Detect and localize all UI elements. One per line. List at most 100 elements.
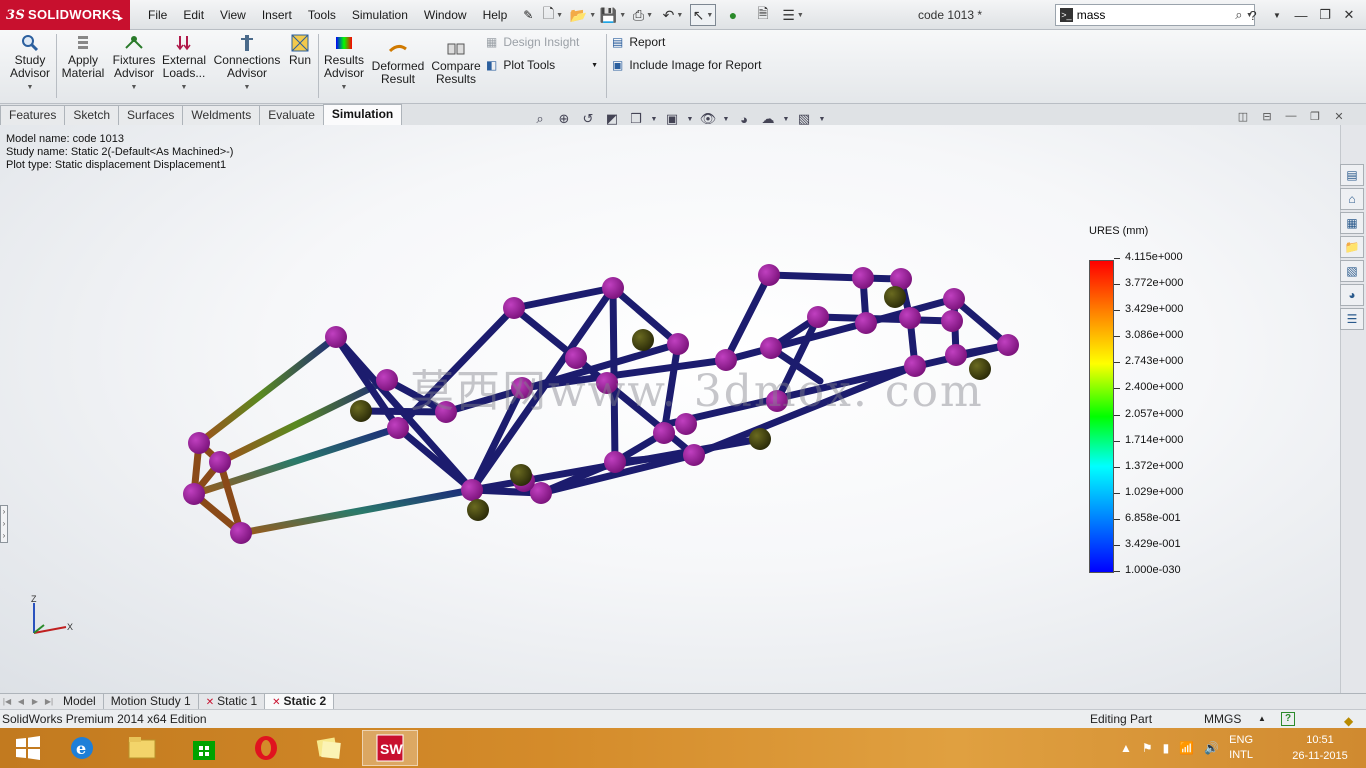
custom-properties-icon[interactable]: ☰	[1340, 308, 1364, 330]
apply-scene-icon[interactable]: ☁	[758, 111, 778, 127]
show-hidden-icons-icon[interactable]: ▲	[1120, 741, 1132, 755]
feature-tree-expander[interactable]: › › ›	[0, 505, 8, 543]
solidworks-logo[interactable]: 3S SOLIDWORKS ▸	[0, 0, 130, 30]
file-explorer-button[interactable]	[114, 730, 170, 766]
include-image-button[interactable]: ▣ Include Image for Report	[612, 58, 761, 72]
tab-weldments[interactable]: Weldments	[182, 105, 261, 125]
power-icon[interactable]: ▮	[1163, 741, 1170, 755]
tab-surfaces[interactable]: Surfaces	[118, 105, 184, 125]
rebuild-traffic-light-icon[interactable]: ●	[720, 4, 746, 26]
search-input[interactable]	[1076, 6, 1232, 24]
menu-view[interactable]: View	[212, 0, 254, 30]
previous-tab-icon[interactable]: ◀	[14, 694, 28, 709]
options-icon[interactable]: ☰ ▼	[780, 4, 806, 26]
compare-results-button[interactable]: Compare Results	[430, 40, 482, 86]
solidworks-button[interactable]: SW	[362, 730, 418, 766]
internet-explorer-button[interactable]: e	[54, 730, 110, 766]
chevron-down-icon[interactable]: ▼	[1266, 11, 1288, 20]
menu-tools[interactable]: Tools	[300, 0, 344, 30]
tab-motion-study-1[interactable]: Motion Study 1	[104, 694, 199, 709]
legend-value-label: 2.400e+000	[1125, 381, 1184, 394]
display-style-icon[interactable]: ▣	[662, 111, 682, 127]
quick-tips-icon[interactable]: ?	[1281, 712, 1295, 726]
input-language[interactable]: ENG INTL	[1229, 733, 1253, 763]
open-folder-icon[interactable]: 📂 ▼	[570, 4, 596, 26]
legend-value-label: 2.057e+000	[1125, 407, 1184, 420]
menu-pin-icon[interactable]: ▸	[118, 4, 128, 24]
tab-features[interactable]: Features	[0, 105, 66, 125]
zoom-to-fit-icon[interactable]: ⌕	[530, 111, 550, 127]
store-button[interactable]	[176, 730, 232, 766]
design-insight-button[interactable]: ▦ Design Insight	[486, 35, 579, 49]
sticky-notes-button[interactable]	[300, 730, 356, 766]
zoom-to-area-icon[interactable]: ⊕	[554, 111, 574, 127]
print-icon[interactable]: ⎙ ▼	[630, 4, 656, 26]
menu-file[interactable]: File	[140, 0, 175, 30]
tab-model[interactable]: Model	[56, 694, 104, 709]
minimize-icon[interactable]: —	[1282, 110, 1300, 123]
help-icon[interactable]: ?	[1242, 8, 1264, 23]
deformed-result-button[interactable]: Deformed Result	[370, 40, 426, 86]
minimize-icon[interactable]: —	[1290, 8, 1312, 23]
edit-appearance-icon[interactable]: ◕	[734, 112, 754, 127]
fixtures-advisor-button[interactable]: Fixtures Advisor ▼	[110, 34, 158, 94]
tab-static-1[interactable]: ✕ Static 1	[199, 694, 266, 709]
restore-icon[interactable]: ❐	[1314, 7, 1336, 23]
plot-tools-button[interactable]: ◧ Plot Tools ▼	[486, 58, 598, 72]
volume-icon[interactable]: 🔊	[1204, 741, 1219, 755]
network-icon[interactable]: 📶	[1179, 741, 1194, 755]
last-tab-icon[interactable]: ▶|	[42, 694, 56, 709]
split-vertical-icon[interactable]: ◫	[1234, 110, 1252, 123]
save-icon[interactable]: 💾 ▼	[600, 4, 626, 26]
opera-button[interactable]	[238, 730, 294, 766]
menu-simulation[interactable]: Simulation	[344, 0, 416, 30]
home-icon[interactable]: ⌂	[1340, 188, 1364, 210]
hide-show-items-icon[interactable]: 👁	[698, 111, 718, 127]
graphics-area[interactable]: Model name: code 1013 Study name: Static…	[0, 125, 1340, 693]
restore-icon[interactable]: ❐	[1306, 110, 1324, 123]
command-search-icon[interactable]: >_	[1060, 8, 1073, 22]
pin-icon[interactable]: ✎	[515, 0, 541, 30]
next-tab-icon[interactable]: ▶	[28, 694, 42, 709]
tab-evaluate[interactable]: Evaluate	[259, 105, 324, 125]
legend-color-bar	[1089, 260, 1114, 573]
report-button[interactable]: ▤ Report	[612, 35, 665, 49]
external-loads-button[interactable]: External Loads... ▼	[161, 34, 207, 94]
tab-sketch[interactable]: Sketch	[64, 105, 120, 125]
split-horizontal-icon[interactable]: ⊟	[1258, 110, 1276, 123]
legend-value-label: 4.115e+000	[1125, 251, 1183, 263]
close-icon[interactable]: ✕	[1330, 110, 1348, 123]
tab-simulation[interactable]: Simulation	[322, 104, 403, 125]
new-document-icon[interactable]: 🗋 ▼	[540, 4, 566, 26]
unit-system[interactable]: MMGS	[1204, 710, 1241, 728]
chevron-up-icon[interactable]: ▲	[1258, 710, 1266, 728]
section-view-icon[interactable]: ◩	[602, 111, 622, 127]
results-advisor-button[interactable]: Results Advisor ▼	[322, 34, 366, 94]
chevron-down-icon[interactable]: ▼	[591, 62, 598, 69]
view-settings-icon[interactable]: ▧	[794, 111, 814, 127]
study-advisor-button[interactable]: Study Advisor ▼	[8, 34, 52, 94]
menu-edit[interactable]: Edit	[175, 0, 212, 30]
run-button[interactable]: Run	[286, 34, 314, 67]
solidworks-resources-icon[interactable]: ▤	[1340, 164, 1364, 186]
start-button[interactable]	[0, 730, 56, 766]
design-library-icon[interactable]: ▦	[1340, 212, 1364, 234]
appearances-icon[interactable]: ◕	[1340, 284, 1364, 306]
menu-help[interactable]: Help	[475, 0, 516, 30]
action-center-icon[interactable]: ⚑	[1142, 741, 1153, 755]
close-icon[interactable]: ✕	[1338, 7, 1360, 23]
view-palette-icon[interactable]: ▧	[1340, 260, 1364, 282]
undo-icon[interactable]: ↶ ▼	[660, 4, 686, 26]
file-explorer-icon[interactable]: 📁	[1340, 236, 1364, 258]
taskbar-clock[interactable]: 10:51 26-11-2015	[1280, 732, 1360, 764]
connections-advisor-button[interactable]: Connections Advisor ▼	[214, 34, 280, 94]
menu-window[interactable]: Window	[416, 0, 475, 30]
view-orientation-icon[interactable]: ❒	[626, 111, 646, 127]
previous-view-icon[interactable]: ↺	[578, 111, 598, 127]
tab-static-2[interactable]: ✕ Static 2	[265, 694, 335, 709]
select-arrow-icon[interactable]: ↖ ▼	[690, 4, 716, 26]
first-tab-icon[interactable]: |◀	[0, 694, 14, 709]
apply-material-button[interactable]: Apply Material	[60, 34, 106, 80]
file-properties-icon[interactable]: 🗎	[750, 4, 776, 26]
menu-insert[interactable]: Insert	[254, 0, 300, 30]
